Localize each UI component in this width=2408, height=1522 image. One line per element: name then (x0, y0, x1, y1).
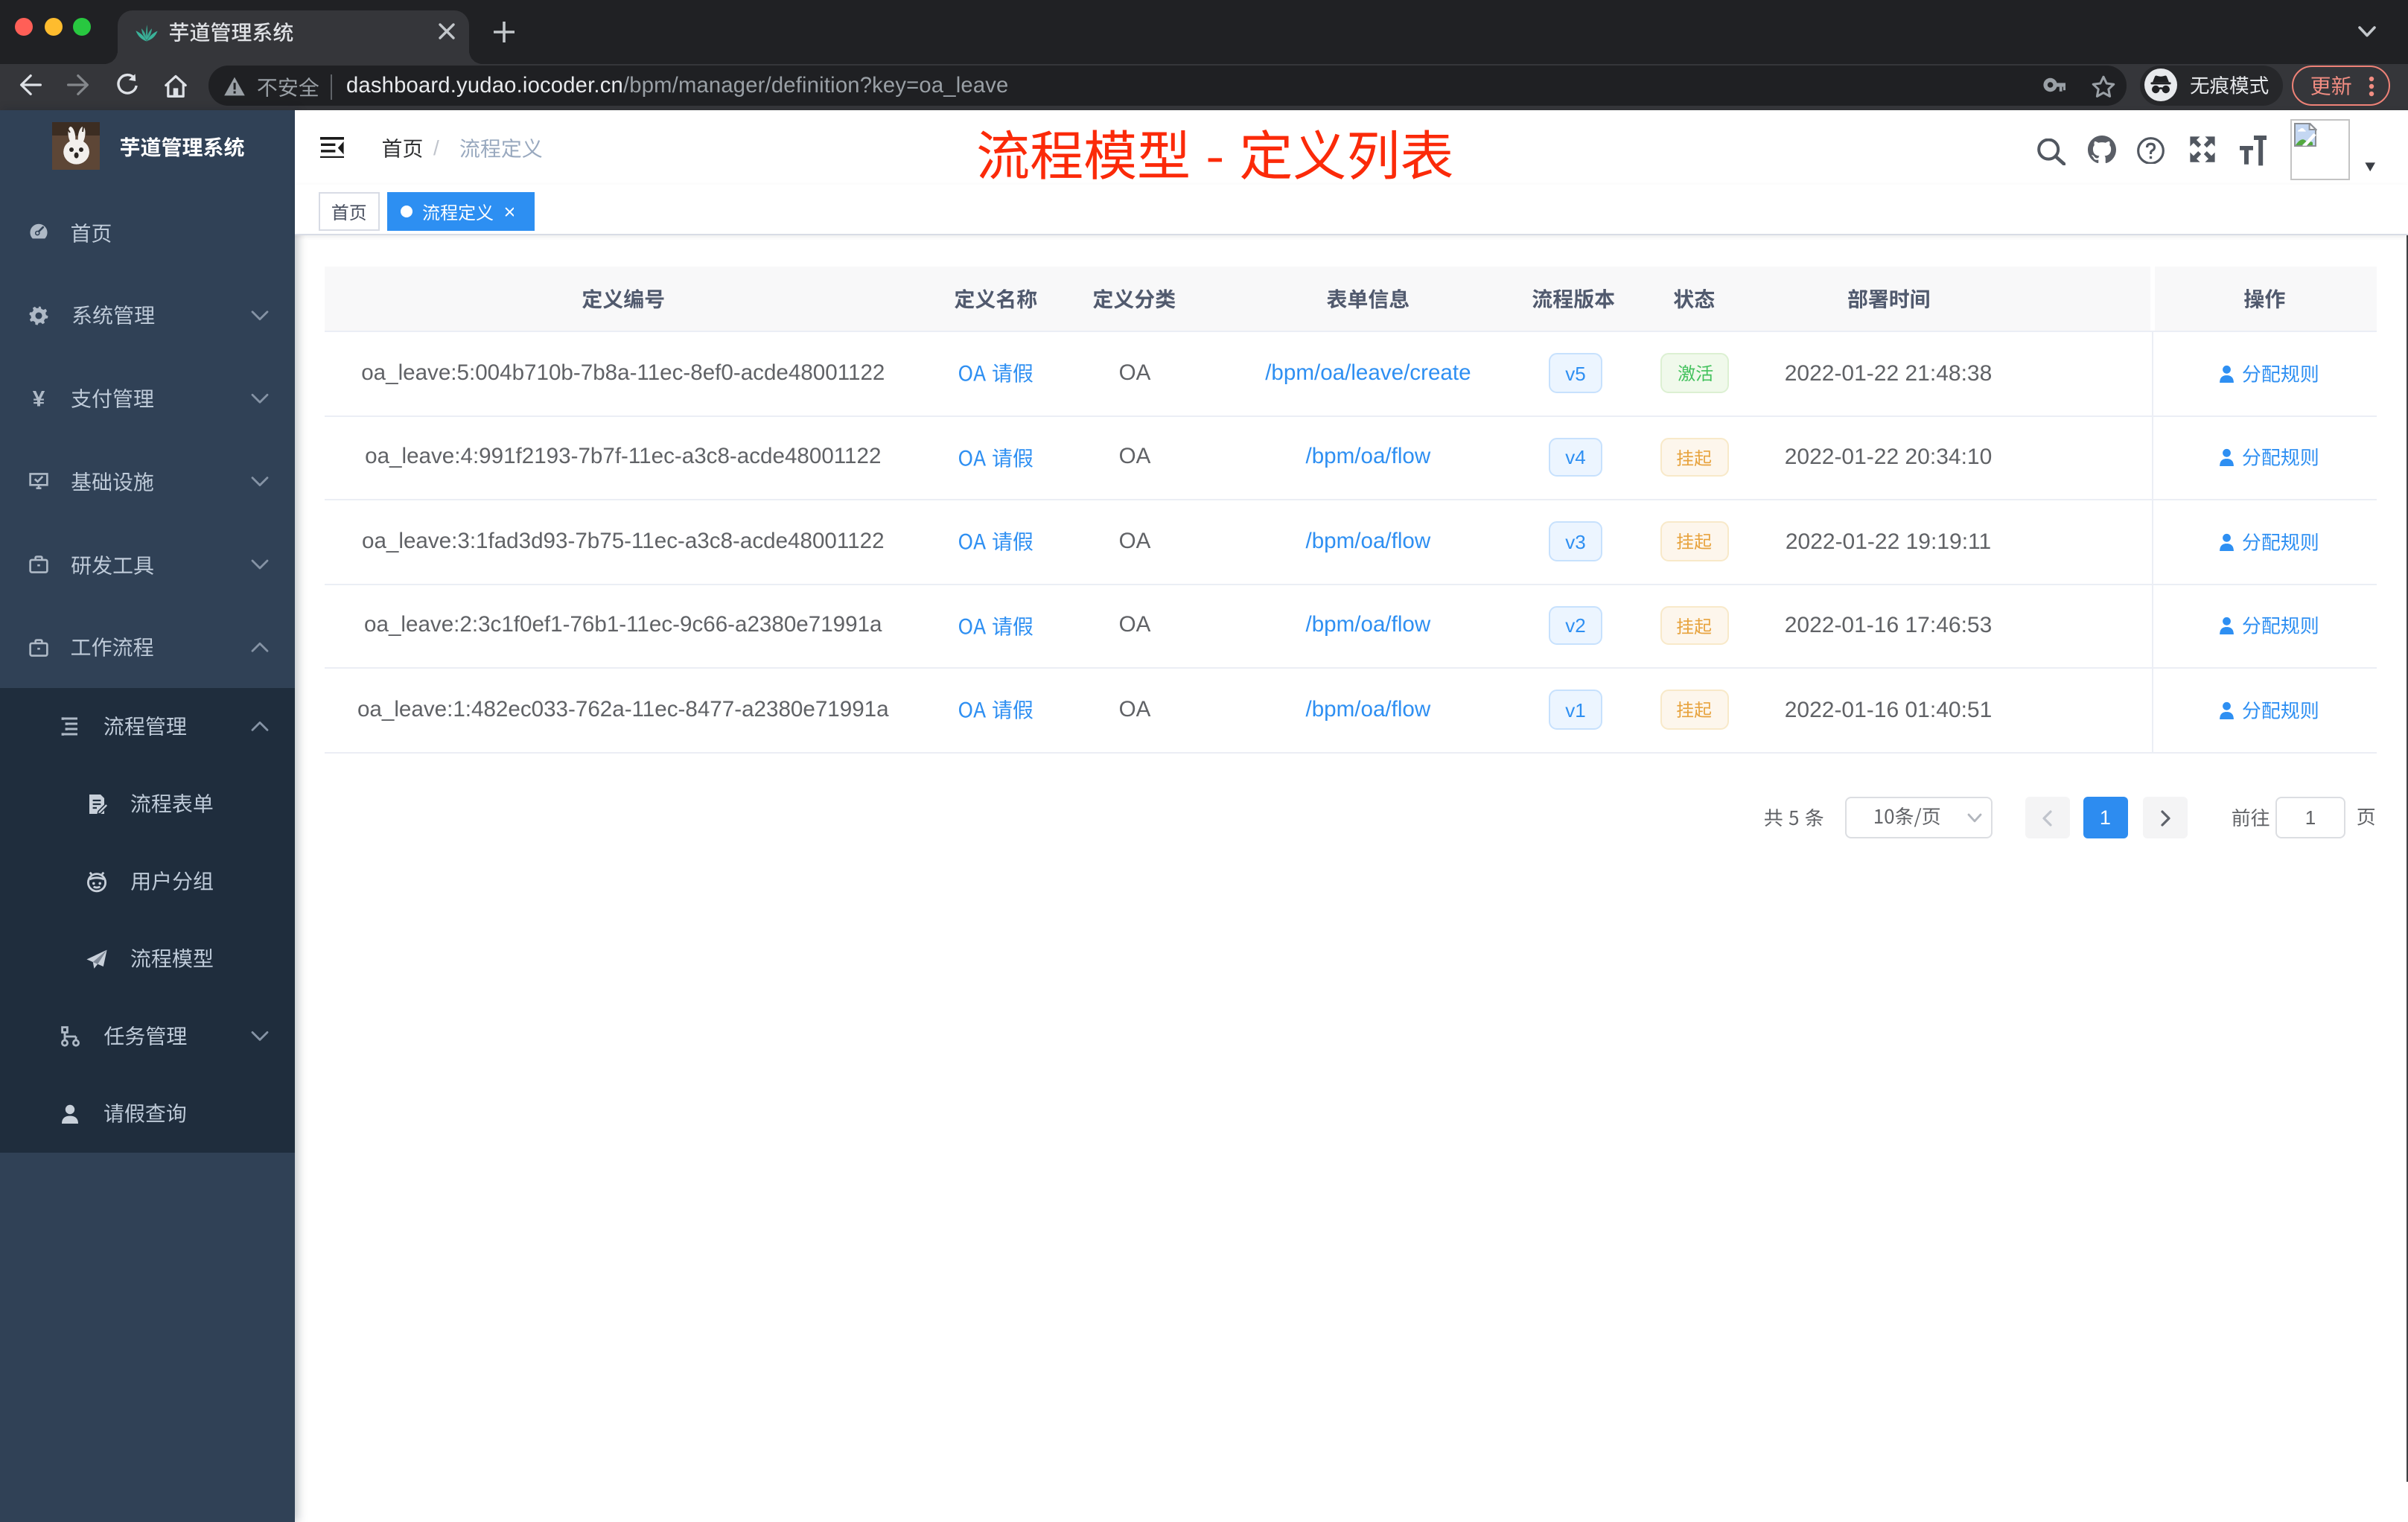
svg-text:¥: ¥ (32, 388, 45, 409)
